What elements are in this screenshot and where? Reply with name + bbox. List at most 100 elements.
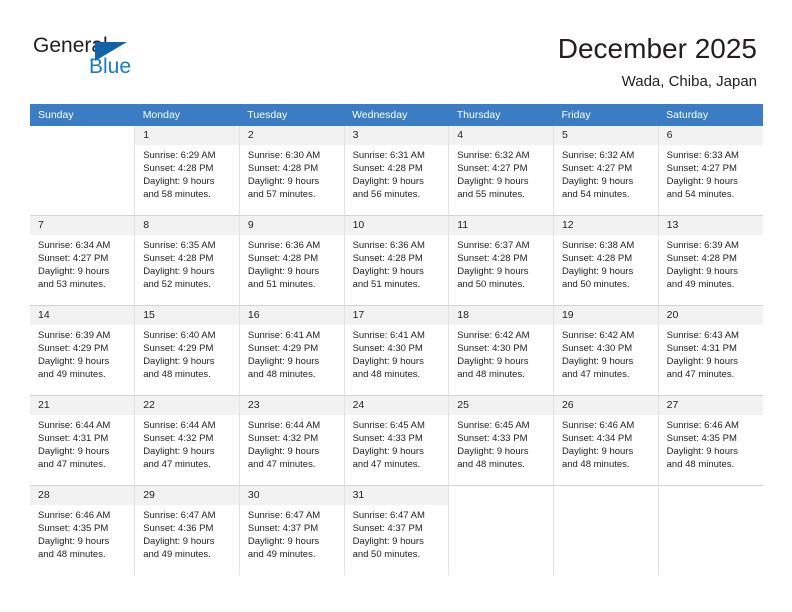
day-number: 12 [553,216,658,235]
day-details: Sunrise: 6:44 AM Sunset: 4:32 PM Daylight:… [135,415,239,471]
calendar-day-cell[interactable]: 18 Sunrise: 6:42 AM Sunset: 4:30 PM Dayligh… [448,305,554,396]
calendar-day-cell[interactable]: 13 Sunrise: 6:39 AM Sunset: 4:28 PM Dayligh… [658,215,763,306]
sunset-time: Sunset: 4:28 PM [457,253,528,265]
calendar-day-cell[interactable]: 17 Sunrise: 6:41 AM Sunset: 4:30 PM Dayligh… [344,305,450,396]
calendar-day-cell[interactable]: 24 Sunrise: 6:45 AM Sunset: 4:33 PM Dayligh… [344,395,450,486]
day-number: 17 [344,306,449,325]
day-number: 16 [239,306,344,325]
calendar-day-cell[interactable]: 20 Sunrise: 6:43 AM Sunset: 4:31 PM Dayligh… [658,305,763,396]
daylight-duration-line2: and 49 minutes. [666,279,735,291]
daylight-duration-line2: and 48 minutes. [561,459,630,471]
calendar-day-cell[interactable]: 19 Sunrise: 6:42 AM Sunset: 4:30 PM Dayligh… [553,305,659,396]
daylight-duration-line1: Daylight: 9 hours [143,356,215,368]
calendar-day-cell[interactable]: 2 Sunrise: 6:30 AM Sunset: 4:28 PM Daylight… [239,126,345,216]
daylight-duration-line1: Daylight: 9 hours [38,356,110,368]
calendar-day-cell[interactable]: 6 Sunrise: 6:33 AM Sunset: 4:27 PM Daylight… [658,126,763,216]
daylight-duration-line2: and 51 minutes. [247,279,316,291]
calendar-day-cell[interactable]: 22 Sunrise: 6:44 AM Sunset: 4:32 PM Dayligh… [134,395,240,486]
daylight-duration-line1: Daylight: 9 hours [38,266,110,278]
sunset-time: Sunset: 4:28 PM [561,253,633,265]
day-details: Sunrise: 6:43 AM Sunset: 4:31 PM Daylight:… [659,325,763,381]
calendar-table: Sunday Monday Tuesday Wednesday Thursday… [30,104,763,575]
sunrise-time: Sunrise: 6:47 AM [143,510,216,521]
daylight-duration-line1: Daylight: 9 hours [247,446,320,458]
calendar-day-cell[interactable]: 9 Sunrise: 6:36 AM Sunset: 4:28 PM Daylight… [239,215,345,306]
daylight-duration-line2: and 51 minutes. [352,279,421,291]
day-number: 8 [135,216,239,235]
title-block: December 2025 Wada, Chiba, Japan [558,32,757,92]
daylight-duration-line2: and 48 minutes. [666,459,735,471]
calendar-day-cell[interactable]: 10 Sunrise: 6:36 AM Sunset: 4:28 PM Dayligh… [344,215,450,306]
sunrise-time: Sunrise: 6:45 AM [457,420,530,431]
sunset-time: Sunset: 4:31 PM [38,433,109,445]
calendar-day-cell[interactable]: 23 Sunrise: 6:44 AM Sunset: 4:32 PM Dayligh… [239,395,345,486]
sunset-time: Sunset: 4:31 PM [666,343,737,355]
sunset-time: Sunset: 4:30 PM [352,343,423,355]
sunrise-time: Sunrise: 6:44 AM [38,420,111,431]
day-number: 10 [344,216,449,235]
sunset-time: Sunset: 4:33 PM [352,433,423,445]
sunset-time: Sunset: 4:34 PM [561,433,633,445]
calendar-day-cell[interactable]: 3 Sunrise: 6:31 AM Sunset: 4:28 PM Daylight… [344,126,450,216]
calendar-day-cell[interactable]: 25 Sunrise: 6:45 AM Sunset: 4:33 PM Dayligh… [448,395,554,486]
sunset-time: Sunset: 4:32 PM [143,433,214,445]
daylight-duration-line1: Daylight: 9 hours [352,536,424,548]
calendar-day-cell[interactable]: 30 Sunrise: 6:47 AM Sunset: 4:37 PM Dayligh… [239,485,345,575]
sunset-time: Sunset: 4:30 PM [457,343,528,355]
day-number [30,126,135,145]
calendar-day-cell[interactable]: 12 Sunrise: 6:38 AM Sunset: 4:28 PM Dayligh… [553,215,659,306]
sunrise-time: Sunrise: 6:36 AM [352,240,425,251]
sunrise-time: Sunrise: 6:42 AM [561,330,635,341]
weekday-header-row: Sunday Monday Tuesday Wednesday Thursday… [30,104,763,126]
sunrise-time: Sunrise: 6:41 AM [352,330,425,341]
sunrise-time: Sunrise: 6:46 AM [38,510,111,521]
daylight-duration-line1: Daylight: 9 hours [561,266,634,278]
day-number: 19 [553,306,658,325]
calendar-day-cell[interactable]: 21 Sunrise: 6:44 AM Sunset: 4:31 PM Dayligh… [30,395,136,486]
generalblue-logo[interactable]: General Blue [33,34,233,90]
calendar-day-cell[interactable]: 15 Sunrise: 6:40 AM Sunset: 4:29 PM Dayligh… [134,305,240,396]
sunrise-time: Sunrise: 6:42 AM [457,330,530,341]
sunset-time: Sunset: 4:27 PM [38,253,109,265]
daylight-duration-line1: Daylight: 9 hours [457,446,529,458]
calendar-day-cell[interactable]: 31 Sunrise: 6:47 AM Sunset: 4:37 PM Dayligh… [344,485,450,575]
calendar-week-row: 21 Sunrise: 6:44 AM Sunset: 4:31 PM Dayligh… [30,395,763,486]
day-details: Sunrise: 6:44 AM Sunset: 4:32 PM Daylight:… [240,415,344,471]
day-number [658,486,763,505]
sunrise-time: Sunrise: 6:32 AM [457,150,530,161]
daylight-duration-line1: Daylight: 9 hours [38,446,110,458]
sunset-time: Sunset: 4:28 PM [143,163,214,175]
sunset-time: Sunset: 4:35 PM [666,433,737,445]
daylight-duration-line1: Daylight: 9 hours [561,176,634,188]
daylight-duration-line2: and 49 minutes. [143,549,211,561]
weekday-header-saturday: Saturday [658,104,763,126]
calendar-day-cell[interactable]: 16 Sunrise: 6:41 AM Sunset: 4:29 PM Dayligh… [239,305,345,396]
calendar-day-cell[interactable]: 29 Sunrise: 6:47 AM Sunset: 4:36 PM Dayligh… [134,485,240,575]
day-details: Sunrise: 6:32 AM Sunset: 4:27 PM Daylight:… [554,145,658,201]
calendar-day-cell[interactable]: 8 Sunrise: 6:35 AM Sunset: 4:28 PM Daylight… [134,215,240,306]
calendar-day-cell[interactable]: 5 Sunrise: 6:32 AM Sunset: 4:27 PM Daylight… [553,126,659,216]
daylight-duration-line2: and 48 minutes. [143,369,211,381]
day-number: 13 [658,216,763,235]
calendar-day-cell[interactable]: 14 Sunrise: 6:39 AM Sunset: 4:29 PM Dayligh… [30,305,136,396]
calendar-day-cell[interactable]: 11 Sunrise: 6:37 AM Sunset: 4:28 PM Dayligh… [448,215,554,306]
calendar-day-cell[interactable]: 7 Sunrise: 6:34 AM Sunset: 4:27 PM Daylight… [30,215,136,306]
day-details: Sunrise: 6:41 AM Sunset: 4:29 PM Daylight:… [240,325,344,381]
sunset-time: Sunset: 4:27 PM [457,163,528,175]
calendar-day-cell[interactable]: 1 Sunrise: 6:29 AM Sunset: 4:28 PM Daylight… [134,126,240,216]
calendar-day-cell[interactable]: 26 Sunrise: 6:46 AM Sunset: 4:34 PM Dayligh… [553,395,659,486]
sunset-time: Sunset: 4:32 PM [247,433,319,445]
day-details: Sunrise: 6:37 AM Sunset: 4:28 PM Daylight:… [449,235,553,291]
day-details: Sunrise: 6:39 AM Sunset: 4:28 PM Daylight:… [659,235,763,291]
day-number: 1 [135,126,239,145]
calendar-day-cell[interactable]: 27 Sunrise: 6:46 AM Sunset: 4:35 PM Dayligh… [658,395,763,486]
calendar-day-cell[interactable]: 28 Sunrise: 6:46 AM Sunset: 4:35 PM Dayligh… [30,485,136,575]
day-details: Sunrise: 6:36 AM Sunset: 4:28 PM Daylight:… [240,235,344,291]
day-details: Sunrise: 6:46 AM Sunset: 4:35 PM Daylight:… [30,505,134,561]
day-details: Sunrise: 6:42 AM Sunset: 4:30 PM Daylight:… [449,325,553,381]
calendar-day-cell[interactable]: 4 Sunrise: 6:32 AM Sunset: 4:27 PM Daylight… [448,126,554,216]
sunset-time: Sunset: 4:28 PM [666,253,737,265]
daylight-duration-line1: Daylight: 9 hours [352,176,424,188]
day-details: Sunrise: 6:47 AM Sunset: 4:37 PM Daylight:… [240,505,344,561]
sunset-time: Sunset: 4:30 PM [561,343,633,355]
